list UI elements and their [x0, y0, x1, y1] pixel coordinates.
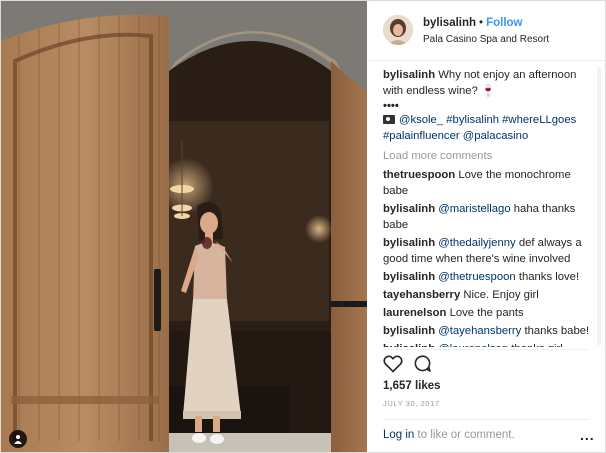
- comment-text: Love the pants: [449, 307, 524, 319]
- post-header: bylisalinh • Follow Pala Casino Spa and Re…: [367, 1, 605, 61]
- more-options-icon[interactable]: ...: [580, 427, 595, 443]
- comment-mention[interactable]: @maristellago: [438, 203, 510, 215]
- comment-row: tayehansberry Nice. Enjoy girl: [383, 287, 593, 303]
- heart-icon[interactable]: [383, 354, 403, 376]
- instagram-post: bylisalinh • Follow Pala Casino Spa and Re…: [0, 0, 606, 453]
- post-date[interactable]: JULY 30, 2017: [383, 399, 440, 408]
- camera-icon: [383, 115, 395, 124]
- comment-rows: thetruespoon Love the monochrome babe byl…: [383, 167, 593, 347]
- likes-count[interactable]: 1,657 likes: [383, 380, 441, 392]
- post-sidebar: bylisalinh • Follow Pala Casino Spa and Re…: [367, 1, 605, 452]
- comment-bubble-icon[interactable]: [413, 354, 432, 376]
- comment-username[interactable]: bylisalinh: [383, 271, 435, 283]
- load-more-comments-button[interactable]: Load more comments: [383, 148, 593, 164]
- header-line: bylisalinh • Follow: [423, 17, 523, 29]
- comment-row: bylisalinh @thedailyjenny def always a g…: [383, 235, 593, 267]
- photo-illustration: [1, 1, 367, 452]
- comment-row: bylisalinh @laurenelson thanks girl. Sup…: [383, 341, 593, 347]
- comment-row: laurenelson Love the pants: [383, 305, 593, 321]
- comments-scrollbar[interactable]: [597, 67, 601, 345]
- comment-mention[interactable]: @thetruespoon: [438, 271, 515, 283]
- comment-username[interactable]: bylisalinh: [383, 343, 435, 347]
- comment-username[interactable]: bylisalinh: [383, 203, 435, 215]
- caption-credit-mention[interactable]: @ksole_: [399, 114, 443, 126]
- comment-username[interactable]: bylisalinh: [383, 237, 435, 249]
- comment-username[interactable]: thetruespoon: [383, 169, 455, 181]
- caption-dots: ••••: [383, 100, 399, 112]
- location-link[interactable]: Pala Casino Spa and Resort: [423, 34, 549, 45]
- comment-text: Nice. Enjoy girl: [463, 289, 539, 301]
- header-separator: •: [479, 17, 484, 29]
- person-tag-icon[interactable]: [9, 430, 27, 448]
- comment-mention[interactable]: @thedailyjenny: [438, 237, 515, 249]
- comment-row: bylisalinh @tayehansberry thanks babe!: [383, 323, 593, 339]
- comment-row: thetruespoon Love the monochrome babe: [383, 167, 593, 199]
- wine-glass-icon: 🍷: [480, 85, 496, 97]
- post-photo[interactable]: [1, 1, 367, 452]
- comment-row: bylisalinh @thetruespoon thanks love!: [383, 269, 593, 285]
- follow-button[interactable]: Follow: [486, 17, 522, 29]
- caption-username[interactable]: bylisalinh: [383, 69, 435, 81]
- comment-text: thanks babe!: [524, 325, 590, 337]
- avatar[interactable]: [383, 15, 413, 45]
- comment-username[interactable]: laurenelson: [383, 307, 446, 319]
- divider: [383, 349, 589, 350]
- comment-username[interactable]: bylisalinh: [383, 325, 435, 337]
- login-link[interactable]: Log in: [383, 429, 414, 441]
- comment-text: thanks love!: [518, 271, 580, 283]
- login-prompt: Log in to like or comment.: [383, 429, 515, 441]
- caption: bylisalinh Why not enjoy an afternoon wi…: [383, 67, 593, 99]
- comment-mention[interactable]: @tayehansberry: [438, 325, 521, 337]
- comments-list[interactable]: bylisalinh Why not enjoy an afternoon wi…: [383, 67, 593, 347]
- comment-row: bylisalinh @maristellago haha thanks bab…: [383, 201, 593, 233]
- footer-divider: [383, 419, 589, 420]
- login-suffix: to like or comment.: [417, 429, 515, 441]
- comment-mention[interactable]: @laurenelson: [438, 343, 508, 347]
- post-author-username[interactable]: bylisalinh: [423, 17, 476, 29]
- comment-username[interactable]: tayehansberry: [383, 289, 460, 301]
- caption-credit-line: @ksole_ #bylisalinh #whereLLgoes #palain…: [383, 112, 593, 144]
